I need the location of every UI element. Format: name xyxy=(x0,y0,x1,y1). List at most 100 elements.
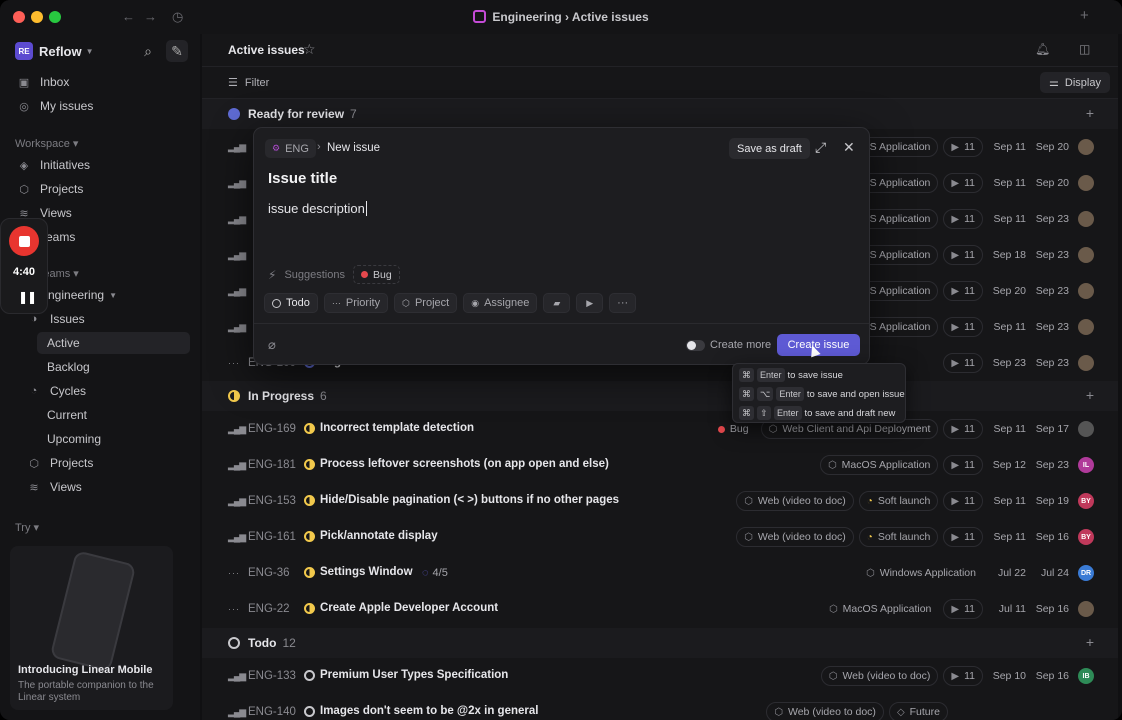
group-header-in-progress[interactable]: In Progress 6 + xyxy=(202,381,1118,411)
stop-recording-button[interactable] xyxy=(9,226,39,256)
in-progress-status-icon[interactable] xyxy=(304,459,315,470)
in-progress-status-icon[interactable] xyxy=(304,495,315,506)
display-button[interactable]: ⚌ Display xyxy=(1040,72,1110,93)
estimate-chip[interactable]: ▶ 11 xyxy=(943,491,983,511)
add-issue-plus-icon[interactable]: + xyxy=(1086,634,1094,650)
avatar[interactable]: IB xyxy=(1078,668,1094,684)
sidebar-item-inbox[interactable]: ▣ Inbox xyxy=(17,71,70,93)
in-progress-status-icon[interactable] xyxy=(304,603,315,614)
avatar[interactable] xyxy=(1078,247,1094,263)
add-issue-plus-icon[interactable]: + xyxy=(1086,105,1094,121)
avatar[interactable]: BY xyxy=(1078,493,1094,509)
assignee-picker[interactable]: ◉ Assignee xyxy=(463,293,538,313)
team-selector[interactable]: ⚙ ENG xyxy=(265,139,316,158)
create-more-toggle[interactable] xyxy=(686,340,705,351)
project-chip[interactable]: ⬡ Web (video to doc) xyxy=(736,491,854,511)
new-issue-button[interactable]: ✎ xyxy=(166,40,188,62)
filter-button[interactable]: ☰ Filter xyxy=(228,76,269,90)
sidebar-item-current[interactable]: Current xyxy=(47,404,87,426)
add-issue-plus-icon[interactable]: + xyxy=(1086,387,1094,403)
sidebar-item-cycles[interactable]: ◔ Cycles xyxy=(27,380,86,402)
avatar[interactable] xyxy=(1078,601,1094,617)
try-section-header[interactable]: Try ▾ xyxy=(15,521,39,534)
avatar[interactable] xyxy=(1078,283,1094,299)
estimate-chip[interactable]: ▶ 11 xyxy=(943,245,983,265)
sidebar-item-team-views[interactable]: ≋ Views xyxy=(27,476,81,498)
in-progress-status-icon[interactable] xyxy=(304,531,315,542)
sidebar-item-team-projects[interactable]: ⬡ Projects xyxy=(27,452,93,474)
avatar[interactable]: DR xyxy=(1078,565,1094,581)
estimate-chip[interactable]: ▶ 11 xyxy=(943,209,983,229)
paperclip-icon[interactable]: ⌀ xyxy=(268,337,276,353)
avatar[interactable]: IL xyxy=(1078,457,1094,473)
project-chip[interactable]: ⬡ Web (video to doc) xyxy=(736,527,854,547)
favorite-star-icon[interactable]: ☆ xyxy=(303,41,316,58)
milestone-chip[interactable]: ◔ Soft launch xyxy=(858,491,939,511)
priority-picker[interactable]: ··· Priority xyxy=(323,293,389,313)
sidebar-item-initiatives[interactable]: ◈ Initiatives xyxy=(17,154,90,176)
estimate-chip[interactable]: ▶ 11 xyxy=(943,173,983,193)
pause-button[interactable]: ❚❚ xyxy=(18,290,37,304)
issue-title-input[interactable]: Issue title xyxy=(268,170,337,187)
table-row[interactable]: ▂▄▆ ENG-169 Incorrect template detection… xyxy=(202,411,1118,447)
notifications-bell-icon[interactable]: 🔔︎ xyxy=(1035,42,1050,56)
avatar[interactable] xyxy=(1078,421,1094,437)
table-row[interactable]: ▂▄▆ ENG-181 Process leftover screenshots… xyxy=(202,447,1118,483)
todo-status-icon[interactable] xyxy=(304,706,315,717)
more-options-button[interactable]: ··· xyxy=(609,293,637,313)
table-row[interactable]: ▂▄▆ ENG-140 Images don't seem to be @2x … xyxy=(202,694,1118,720)
issue-description-input[interactable]: issue description xyxy=(268,201,367,216)
table-row[interactable]: ··· ENG-36 Settings Window ◌ 4/5 ⬡ Windows… xyxy=(202,555,1118,591)
project-chip[interactable]: ⬡ Windows Application xyxy=(859,563,983,583)
save-as-draft-button[interactable]: Save as draft xyxy=(729,138,810,159)
milestone-chip[interactable]: ◔ Soft launch xyxy=(858,527,939,547)
expand-icon[interactable]: ⤢ xyxy=(815,139,826,156)
estimate-chip[interactable]: ▶ 11 xyxy=(943,137,983,157)
table-row[interactable]: ▂▄▆ ENG-161 Pick/annotate display ⬡ Web (… xyxy=(202,519,1118,555)
avatar[interactable] xyxy=(1078,139,1094,155)
estimate-chip[interactable]: ▶ 11 xyxy=(943,281,983,301)
project-chip[interactable]: ⬡ Web (video to doc) xyxy=(820,666,939,686)
todo-status-icon[interactable] xyxy=(304,670,315,681)
suggested-label-bug[interactable]: Bug xyxy=(352,265,400,284)
new-tab-plus-icon[interactable]: + xyxy=(1080,7,1089,24)
project-chip[interactable]: ⬡ MacOS Application xyxy=(822,599,938,619)
estimate-chip[interactable]: ▶ 11 xyxy=(943,666,983,686)
avatar[interactable] xyxy=(1078,211,1094,227)
project-chip[interactable]: ⬡ Web (video to doc) xyxy=(766,702,884,720)
sidebar-item-projects[interactable]: ⬡ Projects xyxy=(17,178,83,200)
sidebar-item-backlog[interactable]: Backlog xyxy=(47,356,90,378)
cycle-picker[interactable]: ▶ xyxy=(576,293,604,313)
avatar[interactable] xyxy=(1078,319,1094,335)
avatar[interactable]: BY xyxy=(1078,529,1094,545)
milestone-chip[interactable]: ◇ Future xyxy=(888,702,948,720)
estimate-chip[interactable]: ▶ 11 xyxy=(943,353,983,373)
side-panel-toggle-icon[interactable]: ◫ xyxy=(1079,42,1090,56)
sidebar-item-my-issues[interactable]: ◎ My issues xyxy=(17,95,93,117)
group-header-ready-for-review[interactable]: Ready for review 7 + xyxy=(202,99,1118,129)
sidebar-item-active[interactable]: Active xyxy=(47,332,80,354)
project-picker[interactable]: ⬡ Project xyxy=(394,293,458,313)
label-picker[interactable]: ▰ xyxy=(543,293,571,313)
table-row[interactable]: ▂▄▆ ENG-153 Hide/Disable pagination (< >… xyxy=(202,483,1118,519)
estimate-chip[interactable]: ▶ 11 xyxy=(943,419,983,439)
status-picker[interactable]: Todo xyxy=(264,293,318,313)
avatar[interactable] xyxy=(1078,175,1094,191)
mobile-promo-card[interactable]: Introducing Linear Mobile The portable c… xyxy=(10,546,173,710)
workspace-section-header[interactable]: Workspace ▾ xyxy=(15,137,78,150)
sidebar-item-upcoming[interactable]: Upcoming xyxy=(47,428,101,450)
close-icon[interactable]: ✕ xyxy=(843,139,855,156)
estimate-chip[interactable]: ▶ 11 xyxy=(943,527,983,547)
estimate-chip[interactable]: ▶ 11 xyxy=(943,599,983,619)
table-row[interactable]: ▂▄▆ ENG-133 Premium User Types Specifica… xyxy=(202,658,1118,694)
in-progress-status-icon[interactable] xyxy=(304,567,315,578)
in-progress-status-icon[interactable] xyxy=(304,423,315,434)
table-row[interactable]: ··· ENG-22 Create Apple Developer Accoun… xyxy=(202,591,1118,627)
estimate-chip[interactable]: ▶ 11 xyxy=(943,455,983,475)
group-header-todo[interactable]: Todo 12 + xyxy=(202,628,1118,658)
avatar[interactable] xyxy=(1078,355,1094,371)
workspace-switcher[interactable]: RE Reflow ▼ xyxy=(15,42,94,60)
search-button[interactable]: ⌕ xyxy=(137,40,159,62)
estimate-chip[interactable]: ▶ 11 xyxy=(943,317,983,337)
project-chip[interactable]: ⬡ MacOS Application xyxy=(819,455,939,475)
